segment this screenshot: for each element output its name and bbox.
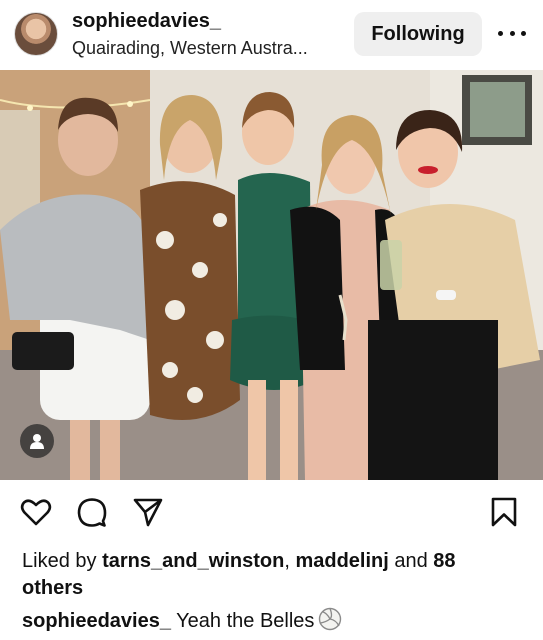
volleyball-icon [318, 607, 342, 631]
person-tag-icon[interactable] [20, 424, 54, 458]
following-button[interactable]: Following [354, 12, 482, 56]
likes-middle: and [388, 550, 434, 572]
liker-username[interactable]: tarns_and_winston [102, 550, 284, 572]
caption-username[interactable]: sophieedavies_ [22, 610, 171, 632]
post-header: sophieedavies_ Quairading, Western Austr… [0, 0, 543, 70]
post-actions-bar [0, 480, 543, 544]
likes-prefix: Liked by [22, 550, 103, 572]
liker-username[interactable]: maddelinj [295, 550, 388, 572]
author-username[interactable]: sophieedavies_ [72, 10, 221, 33]
photo-illustration [0, 70, 543, 480]
send-icon[interactable] [132, 496, 164, 528]
post-photo[interactable] [0, 70, 543, 480]
likes-summary[interactable]: Liked by tarns_and_winston, maddelinj an… [22, 548, 522, 602]
more-options-icon[interactable] [498, 22, 526, 44]
caption-text: Yeah the Belles [170, 610, 315, 632]
post-caption: sophieedavies_ Yeah the Belles [22, 607, 522, 635]
post-location[interactable]: Quairading, Western Austra... [72, 38, 308, 59]
bookmark-icon[interactable] [488, 496, 520, 528]
comment-icon[interactable] [76, 496, 108, 528]
heart-icon[interactable] [20, 496, 52, 528]
likes-separator: , [284, 550, 296, 572]
author-avatar[interactable] [14, 12, 58, 56]
